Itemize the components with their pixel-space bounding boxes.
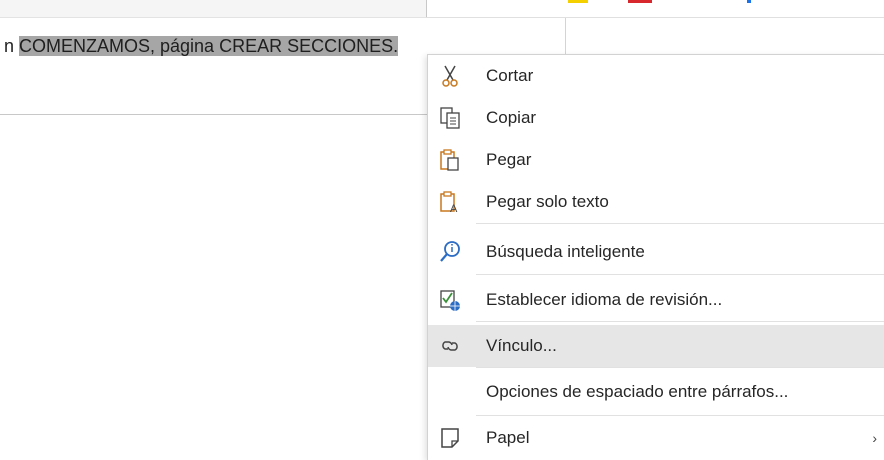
context-menu: Cortar Copiar Pegar A Pegar solo texto B… [427, 54, 884, 460]
menu-separator [476, 274, 884, 275]
color-mark-red [628, 0, 652, 3]
menu-separator [476, 367, 884, 368]
color-mark-blue [747, 0, 751, 3]
paste-text-icon: A [438, 190, 462, 214]
color-mark-yellow [568, 0, 588, 3]
toolbar-divider [426, 0, 427, 17]
toolbar-strip [0, 0, 426, 18]
menu-item-label: Establecer idioma de revisión... [486, 290, 723, 309]
menu-item-papel[interactable]: Papel › [428, 417, 884, 459]
document-divider [0, 114, 428, 115]
link-icon [438, 334, 462, 358]
menu-item-opciones-espaciado[interactable]: Opciones de espaciado entre párrafos... [428, 371, 884, 413]
menu-item-pegar[interactable]: Pegar [428, 139, 884, 181]
svg-text:A: A [450, 203, 458, 214]
menu-item-label: Pegar solo texto [486, 192, 609, 211]
menu-item-label: Pegar [486, 150, 532, 169]
table-border-line [426, 17, 884, 18]
document-canvas: n COMENZAMOS, página CREAR SECCIONES. Co… [0, 0, 884, 460]
scissors-icon [438, 64, 462, 88]
menu-item-label: Opciones de espaciado entre párrafos... [486, 382, 789, 401]
proofing-language-icon [438, 288, 462, 312]
menu-item-label: Búsqueda inteligente [486, 242, 645, 261]
menu-separator [476, 321, 884, 322]
menu-item-cortar[interactable]: Cortar [428, 55, 884, 97]
menu-item-label: Cortar [486, 66, 534, 85]
menu-item-busqueda-inteligente[interactable]: Búsqueda inteligente [428, 231, 884, 273]
menu-item-vinculo[interactable]: Vínculo... [428, 325, 884, 367]
submenu-arrow-icon: › [872, 430, 877, 446]
menu-item-pegar-solo-texto[interactable]: A Pegar solo texto [428, 181, 884, 223]
menu-separator [476, 223, 884, 224]
smart-lookup-icon [438, 240, 462, 264]
paper-icon [438, 426, 462, 450]
paste-icon [438, 148, 462, 172]
text-prefix: n [4, 36, 20, 56]
copy-icon [438, 106, 462, 130]
menu-item-copiar[interactable]: Copiar [428, 97, 884, 139]
menu-item-label: Copiar [486, 108, 537, 127]
menu-item-idioma-revision[interactable]: Establecer idioma de revisión... [428, 279, 884, 321]
document-text-line[interactable]: n COMENZAMOS, página CREAR SECCIONES. [4, 34, 399, 58]
menu-item-label: Vínculo... [486, 336, 557, 355]
menu-separator [476, 415, 884, 416]
selected-text[interactable]: COMENZAMOS, página CREAR SECCIONES. [19, 36, 399, 56]
menu-item-label: Papel [486, 428, 530, 447]
